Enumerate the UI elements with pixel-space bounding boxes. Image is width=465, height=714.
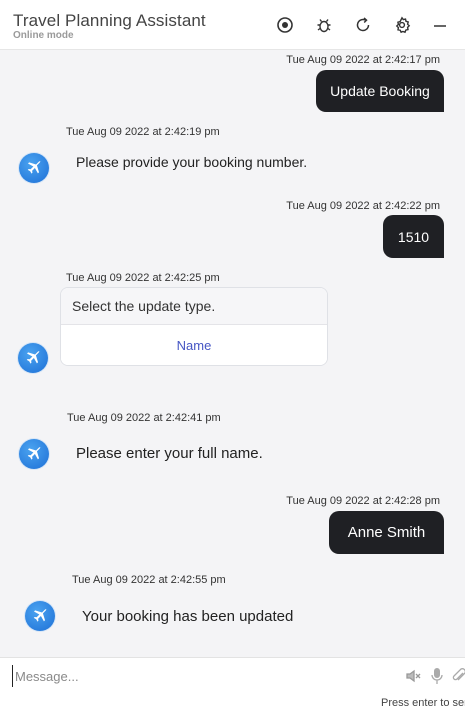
minimize-icon[interactable] (429, 14, 451, 36)
record-icon[interactable] (274, 14, 296, 36)
bot-avatar (25, 601, 55, 631)
airplane-icon (33, 609, 47, 622)
bot-avatar (18, 343, 48, 373)
message-timestamp: Tue Aug 09 2022 at 2:42:28 pm (286, 495, 440, 507)
message-composer (0, 657, 465, 693)
attachment-icon[interactable] (450, 667, 465, 685)
bug-icon[interactable] (313, 14, 335, 36)
bot-avatar (19, 153, 49, 183)
speaker-muted-icon[interactable] (404, 667, 422, 685)
microphone-icon[interactable] (428, 667, 446, 685)
bot-message: Please provide your booking number. (62, 142, 322, 182)
user-message: Update Booking (316, 70, 444, 112)
connection-status: Online mode (13, 30, 74, 41)
bot-avatar (19, 439, 49, 469)
airplane-icon (27, 161, 41, 174)
message-text: Update Booking (330, 83, 430, 99)
user-message: Anne Smith (329, 511, 444, 554)
refresh-icon[interactable] (352, 14, 374, 36)
chat-header: Travel Planning Assistant Online mode (0, 0, 465, 50)
message-timestamp: Tue Aug 09 2022 at 2:42:22 pm (286, 200, 440, 212)
message-timestamp: Tue Aug 09 2022 at 2:42:41 pm (67, 412, 221, 424)
message-timestamp: Tue Aug 09 2022 at 2:42:55 pm (72, 574, 226, 586)
settings-icon[interactable] (391, 14, 413, 36)
card-prompt: Select the update type. (61, 288, 327, 325)
message-list[interactable]: Tue Aug 09 2022 at 2:42:17 pm Update Boo… (0, 50, 465, 657)
quick-reply-card: Select the update type. Name (60, 287, 328, 366)
user-message: 1510 (383, 215, 444, 258)
message-timestamp: Tue Aug 09 2022 at 2:42:17 pm (286, 54, 440, 66)
message-text: Please enter your full name. (76, 444, 263, 462)
airplane-icon (27, 447, 41, 460)
airplane-icon (26, 351, 40, 364)
message-timestamp: Tue Aug 09 2022 at 2:42:25 pm (66, 272, 220, 284)
message-text: 1510 (397, 228, 430, 245)
message-timestamp: Tue Aug 09 2022 at 2:42:19 pm (66, 126, 220, 138)
message-input[interactable] (12, 665, 392, 687)
send-hint: Press enter to send (381, 697, 465, 709)
window-title: Travel Planning Assistant (13, 11, 206, 30)
bot-message: Your booking has been updated (68, 595, 308, 637)
option-name-button[interactable]: Name (61, 325, 327, 365)
bot-message: Please enter your full name. (62, 432, 277, 474)
message-text: Anne Smith (347, 524, 426, 541)
message-text: Your booking has been updated (82, 607, 294, 625)
message-text: Please provide your booking number. (76, 154, 308, 170)
